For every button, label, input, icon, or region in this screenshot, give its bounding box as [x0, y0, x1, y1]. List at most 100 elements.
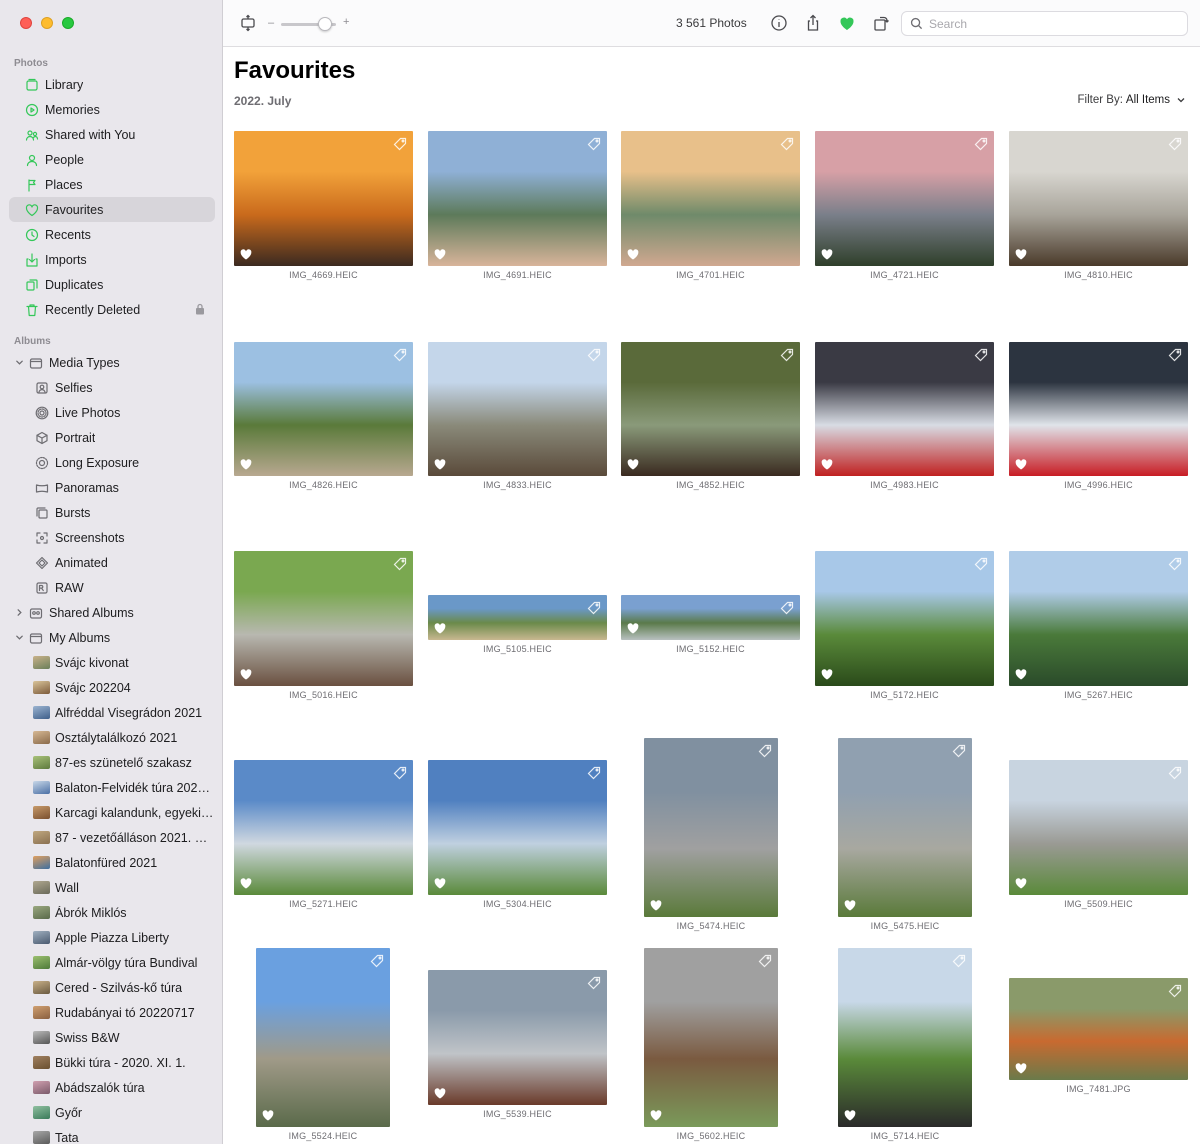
photo-thumbnail[interactable] [1009, 760, 1188, 895]
heart-badge-icon[interactable] [650, 1110, 662, 1121]
sidebar-item-album[interactable]: Balaton-Felvidék túra 202… [9, 775, 215, 800]
heart-badge-icon[interactable] [1015, 1063, 1027, 1074]
photo-thumbnail[interactable] [621, 595, 800, 640]
filter-menu[interactable]: Filter By: All Items [1078, 94, 1186, 106]
sidebar-item-album[interactable]: Győr [9, 1100, 215, 1125]
heart-badge-icon[interactable] [627, 459, 639, 470]
sidebar-item-my-albums[interactable]: My Albums [9, 625, 215, 650]
zoom-slider-thumb[interactable] [318, 17, 332, 31]
sidebar-item-album[interactable]: Svájc kivonat [9, 650, 215, 675]
share-button[interactable] [800, 11, 826, 35]
sidebar-item-panoramas[interactable]: Panoramas [9, 475, 215, 500]
photo-thumbnail[interactable] [815, 342, 994, 476]
sidebar-item-shared-with-you[interactable]: Shared with You [9, 122, 215, 147]
photo-thumbnail[interactable] [815, 551, 994, 686]
search-field[interactable] [901, 11, 1188, 36]
photo-thumbnail[interactable] [428, 970, 607, 1105]
photo-thumbnail[interactable] [234, 551, 413, 686]
photo-thumbnail[interactable] [256, 948, 390, 1127]
sidebar-item-animated[interactable]: Animated [9, 550, 215, 575]
heart-badge-icon[interactable] [1015, 669, 1027, 680]
heart-badge-icon[interactable] [240, 459, 252, 470]
sidebar-item-album[interactable]: Karcagi kalandunk, egyeki… [9, 800, 215, 825]
disclosure-closed-icon[interactable] [12, 606, 26, 620]
rotate-button[interactable] [868, 11, 894, 35]
sidebar-item-album[interactable]: 87 - vezetőálláson 2021. V… [9, 825, 215, 850]
heart-badge-icon[interactable] [434, 249, 446, 260]
photo-thumbnail[interactable] [428, 131, 607, 266]
sidebar-item-portrait[interactable]: Portrait [9, 425, 215, 450]
sidebar-item-bursts[interactable]: Bursts [9, 500, 215, 525]
sidebar-item-album[interactable]: Rudabányai tó 20220717 [9, 1000, 215, 1025]
sidebar-item-long-exposure[interactable]: Long Exposure [9, 450, 215, 475]
photo-thumbnail[interactable] [838, 948, 972, 1127]
photo-thumbnail[interactable] [428, 342, 607, 476]
sidebar-item-album[interactable]: Cered - Szilvás-kő túra [9, 975, 215, 1000]
heart-badge-icon[interactable] [240, 669, 252, 680]
search-input[interactable] [929, 16, 1169, 31]
zoom-window-button[interactable] [62, 17, 74, 29]
heart-badge-icon[interactable] [434, 459, 446, 470]
disclosure-open-icon[interactable] [12, 631, 26, 645]
photo-thumbnail[interactable] [1009, 551, 1188, 686]
heart-badge-icon[interactable] [434, 623, 446, 634]
sidebar-item-live-photos[interactable]: Live Photos [9, 400, 215, 425]
sidebar-item-album[interactable]: Swiss B&W [9, 1025, 215, 1050]
info-button[interactable] [766, 11, 792, 35]
heart-badge-icon[interactable] [844, 900, 856, 911]
photo-thumbnail[interactable] [1009, 978, 1188, 1080]
heart-badge-icon[interactable] [1015, 878, 1027, 889]
sidebar-item-memories[interactable]: Memories [9, 97, 215, 122]
heart-badge-icon[interactable] [821, 459, 833, 470]
sidebar-item-shared-albums[interactable]: Shared Albums [9, 600, 215, 625]
sidebar-item-raw[interactable]: RAW [9, 575, 215, 600]
photo-thumbnail[interactable] [234, 342, 413, 476]
sidebar-item-album[interactable]: Svájc 202204 [9, 675, 215, 700]
heart-badge-icon[interactable] [1015, 459, 1027, 470]
zoom-slider[interactable]: – + [267, 15, 353, 33]
sidebar-item-favourites[interactable]: Favourites [9, 197, 215, 222]
sidebar-item-album[interactable]: Tata [9, 1125, 215, 1144]
aspect-ratio-button[interactable] [235, 11, 261, 35]
sidebar-item-album[interactable]: 87-es szünetelő szakasz [9, 750, 215, 775]
sidebar-item-people[interactable]: People [9, 147, 215, 172]
photo-thumbnail[interactable] [838, 738, 972, 917]
photo-thumbnail[interactable] [815, 131, 994, 266]
photo-thumbnail[interactable] [234, 760, 413, 895]
photo-thumbnail[interactable] [234, 131, 413, 266]
heart-badge-icon[interactable] [434, 1088, 446, 1099]
sidebar-item-album[interactable]: Balatonfüred 2021 [9, 850, 215, 875]
sidebar-item-selfies[interactable]: Selfies [9, 375, 215, 400]
sidebar-item-album[interactable]: Alfréddal Visegrádon 2021 [9, 700, 215, 725]
photo-thumbnail[interactable] [644, 948, 778, 1127]
photo-thumbnail[interactable] [428, 595, 607, 640]
photo-thumbnail[interactable] [644, 738, 778, 917]
sidebar-item-places[interactable]: Places [9, 172, 215, 197]
sidebar-item-album[interactable]: Almár-völgy túra Bundival [9, 950, 215, 975]
disclosure-open-icon[interactable] [12, 356, 26, 370]
sidebar-item-album[interactable]: Osztálytalálkozó 2021 [9, 725, 215, 750]
heart-badge-icon[interactable] [262, 1110, 274, 1121]
heart-badge-icon[interactable] [627, 623, 639, 634]
minimize-window-button[interactable] [41, 17, 53, 29]
sidebar-item-recently-deleted[interactable]: Recently Deleted [9, 297, 215, 322]
photo-thumbnail[interactable] [1009, 131, 1188, 266]
photo-thumbnail[interactable] [428, 760, 607, 895]
heart-badge-icon[interactable] [821, 249, 833, 260]
sidebar-item-album[interactable]: Bükki túra - 2020. XI. 1. [9, 1050, 215, 1075]
heart-badge-icon[interactable] [650, 900, 662, 911]
sidebar-item-album[interactable]: Wall [9, 875, 215, 900]
close-window-button[interactable] [20, 17, 32, 29]
heart-badge-icon[interactable] [627, 249, 639, 260]
sidebar-item-screenshots[interactable]: Screenshots [9, 525, 215, 550]
heart-badge-icon[interactable] [240, 249, 252, 260]
photo-thumbnail[interactable] [621, 342, 800, 476]
heart-badge-icon[interactable] [821, 669, 833, 680]
sidebar-item-album[interactable]: Ábrók Miklós [9, 900, 215, 925]
sidebar-item-recents[interactable]: Recents [9, 222, 215, 247]
sidebar-item-library[interactable]: Library [9, 72, 215, 97]
photo-thumbnail[interactable] [621, 131, 800, 266]
sidebar-item-album[interactable]: Apple Piazza Liberty [9, 925, 215, 950]
photo-thumbnail[interactable] [1009, 342, 1188, 476]
favourite-button[interactable] [834, 11, 860, 35]
